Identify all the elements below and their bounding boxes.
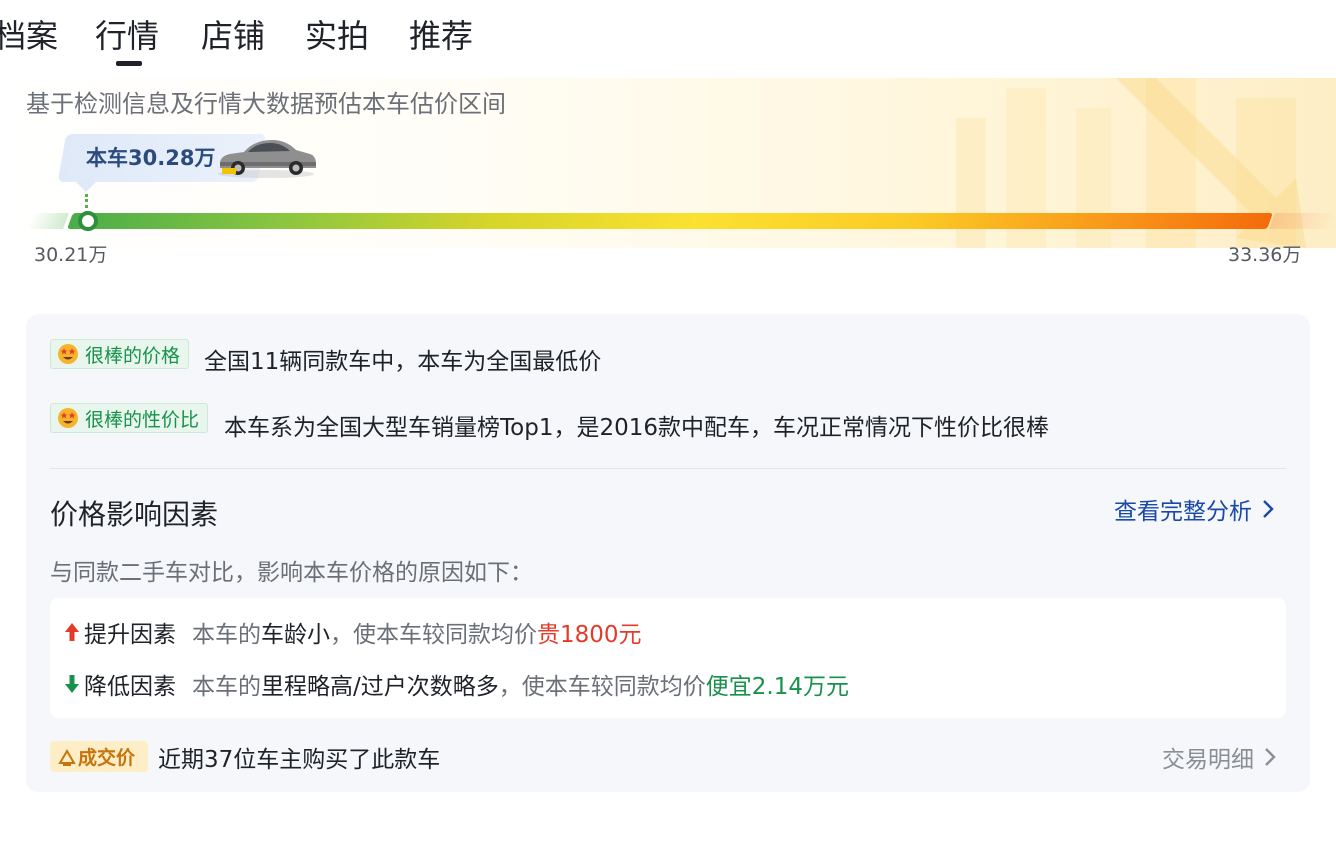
deal-tag-icon: [58, 748, 76, 766]
range-fade-right: [1269, 213, 1336, 229]
transaction-details-link[interactable]: 交易明细: [1162, 740, 1276, 774]
tab-archive[interactable]: 档案: [0, 14, 58, 58]
lower-factor-highlight: 里程略高/过户次数略多: [261, 674, 499, 700]
star-struck-emoji-icon: [58, 408, 78, 428]
valuation-subtitle: 基于检测信息及行情大数据预估本车估价区间: [26, 90, 506, 118]
lower-factor-label: 降低因素: [84, 674, 176, 700]
active-tab-indicator: [116, 61, 142, 66]
lower-factor-row: 降低因素 本车的里程略高/过户次数略多，使本车较同款均价便宜2.14万元: [64, 668, 849, 700]
arrow-up-icon: [65, 623, 79, 641]
great-price-badge-label: 很棒的价格: [85, 344, 181, 367]
chevron-right-icon: [1265, 748, 1276, 766]
deal-price-badge: 成交价: [50, 741, 148, 772]
raise-factor-text: 本车的车龄小，使本车较同款均价贵1800元: [192, 615, 642, 649]
raise-factor-effect: 贵1800元: [537, 622, 642, 648]
great-price-text: 全国11辆同款车中，本车为全国最低价: [204, 349, 602, 375]
price-factors-box: 提升因素 本车的车龄小，使本车较同款均价贵1800元 降低因素 本车的里程略高/…: [50, 598, 1286, 718]
raise-factor-row: 提升因素 本车的车龄小，使本车较同款均价贵1800元: [64, 616, 642, 648]
great-value-text: 本车系为全国大型车销量榜Top1，是2016款中配车，车况正常情况下性价比很棒: [224, 415, 1049, 441]
deal-price-badge-label: 成交价: [78, 747, 136, 769]
view-full-analysis-link[interactable]: 查看完整分析: [1114, 492, 1274, 526]
range-fade-left: [27, 213, 69, 229]
tab-recommend[interactable]: 推荐: [409, 14, 473, 58]
tab-photos[interactable]: 实拍: [305, 14, 369, 58]
raise-factor-prefix: 本车的: [192, 622, 261, 648]
raise-factor-label: 提升因素: [84, 622, 176, 648]
section-tabs: 档案 行情 店铺 实拍 推荐: [0, 0, 1336, 76]
chevron-right-icon: [1263, 500, 1274, 518]
current-price-label: 本车30.28万: [86, 146, 216, 170]
arrow-down-icon: [65, 675, 79, 693]
great-value-badge-label: 很棒的性价比: [85, 408, 200, 431]
tab-market[interactable]: 行情: [95, 14, 159, 58]
lower-factor-prefix: 本车的: [192, 674, 261, 700]
raise-factor-middle: ，使本车较同款均价: [330, 622, 537, 648]
recent-buyers-text: 近期37位车主购买了此款车: [158, 747, 441, 773]
car-thumbnail: [218, 140, 316, 178]
raise-factor-highlight: 车龄小: [261, 622, 330, 648]
tab-store[interactable]: 店铺: [201, 14, 265, 58]
star-struck-emoji-icon: [58, 344, 78, 364]
price-factors-title: 价格影响因素: [50, 498, 219, 531]
lower-factor-text: 本车的里程略高/过户次数略多，使本车较同款均价便宜2.14万元: [192, 667, 849, 701]
range-min-label: 30.21万: [34, 244, 108, 266]
lower-factor-middle: ，使本车较同款均价: [498, 674, 706, 700]
transaction-details-label: 交易明细: [1162, 747, 1254, 773]
price-factors-description: 与同款二手车对比，影响本车价格的原因如下：: [50, 560, 533, 586]
price-range-bar: [67, 213, 1273, 229]
view-full-analysis-label: 查看完整分析: [1114, 499, 1252, 525]
current-price-marker: [78, 211, 98, 231]
great-price-badge: 很棒的价格: [50, 339, 190, 369]
range-max-label: 33.36万: [1228, 244, 1302, 266]
price-bubble-tail: [74, 180, 98, 192]
section-divider: [50, 468, 1286, 469]
great-value-badge: 很棒的性价比: [50, 403, 209, 433]
lower-factor-effect: 便宜2.14万元: [705, 674, 849, 700]
